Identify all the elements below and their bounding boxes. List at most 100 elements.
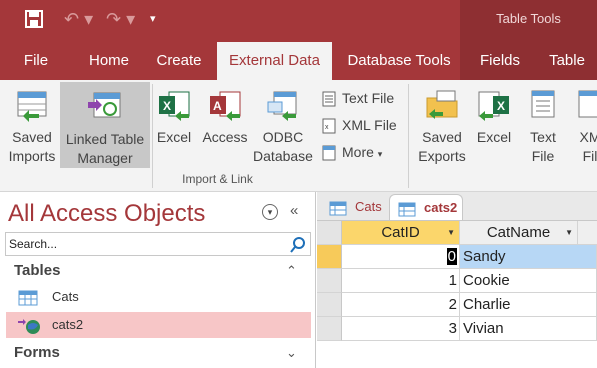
select-all-corner[interactable] [317, 221, 342, 245]
excel-import-label: Excel [156, 129, 192, 145]
table-cell-catname[interactable]: Charlie [460, 293, 597, 317]
saved-imports-line2: Imports [8, 148, 56, 164]
excel-export-button[interactable]: X Excel [472, 80, 516, 170]
search-icon[interactable] [289, 236, 307, 254]
saved-imports-icon [13, 86, 51, 124]
sort-filter-icon[interactable]: ▼ [447, 221, 455, 245]
table-cell-catid[interactable]: 1 [342, 269, 460, 293]
xml-export-line1: XM [579, 129, 597, 145]
collapse-pane-icon[interactable]: « [290, 202, 298, 219]
tab-fields[interactable]: Fields [474, 42, 526, 80]
table-cell-catname[interactable]: Vivian [460, 317, 597, 341]
linked-table-manager-line1: Linked Table [65, 131, 145, 147]
column-header-blank [578, 221, 597, 245]
nav-group-label: Tables [14, 262, 61, 279]
table-cell-catid[interactable]: 3 [342, 317, 460, 341]
more-icon [320, 144, 338, 161]
tab-table[interactable]: Table [542, 42, 592, 80]
chevron-down-icon: ▾ [377, 149, 383, 159]
odbc-database-icon [264, 86, 302, 124]
text-file-label: Text File [342, 90, 395, 106]
xml-file-button[interactable]: x XML File [320, 113, 410, 137]
chevron-down-icon: ⌄ [286, 345, 297, 360]
text-file-export-button[interactable]: Text File [518, 80, 568, 170]
saved-exports-line1: Saved [422, 129, 462, 145]
xml-export-line2: Fil [582, 148, 597, 164]
text-export-icon [524, 86, 562, 124]
tab-external-data[interactable]: External Data [217, 42, 332, 80]
saved-exports-button[interactable]: Saved Exports [412, 80, 472, 170]
redo-icon[interactable]: ↷ ▾ [106, 9, 142, 29]
excel-export-label: Excel [476, 129, 512, 145]
nav-item-cats2[interactable]: cats2 [6, 312, 311, 338]
column-header-catid[interactable]: CatID ▼ [342, 221, 460, 245]
text-export-line2: File [531, 148, 555, 164]
search-input[interactable]: Search... [5, 232, 311, 256]
nav-menu-icon[interactable]: ▾ [262, 204, 278, 220]
linked-table-manager-line2: Manager [77, 150, 133, 166]
odbc-database-button[interactable]: ODBC Database [250, 80, 316, 170]
svg-text:x: x [325, 124, 329, 131]
column-header-catname[interactable]: CatName ▼ [460, 221, 578, 245]
nav-item-label: Cats [52, 289, 79, 304]
xml-export-icon [571, 86, 597, 124]
import-link-group-label: Import & Link [182, 172, 253, 186]
doc-tab-cats[interactable]: Cats [321, 194, 391, 220]
svg-text:A: A [213, 99, 222, 113]
table-icon [18, 289, 38, 306]
saved-exports-icon [423, 86, 461, 124]
saved-imports-line1: Saved [12, 129, 52, 145]
doc-tab-label: cats2 [424, 200, 458, 215]
record-selector[interactable] [317, 293, 342, 317]
record-selector[interactable] [317, 317, 342, 341]
text-export-line1: Text [530, 129, 556, 145]
nav-group-forms[interactable]: Forms ⌄ [0, 341, 316, 365]
customize-qat-icon[interactable]: ▾ [150, 9, 164, 29]
undo-icon[interactable]: ↶ ▾ [64, 9, 100, 29]
text-file-icon [320, 90, 338, 107]
sort-filter-icon[interactable]: ▼ [565, 221, 573, 245]
excel-import-button[interactable]: X Excel [152, 80, 196, 170]
record-selector[interactable] [317, 269, 342, 293]
record-selector[interactable] [317, 245, 342, 269]
search-placeholder: Search... [9, 237, 58, 251]
table-cell-catname[interactable]: Sandy [460, 245, 597, 269]
xml-file-label: XML File [342, 117, 397, 133]
xml-export-button[interactable]: XM Fil [572, 80, 597, 170]
more-button[interactable]: More ▾ [320, 140, 410, 164]
linked-table-manager-button[interactable]: Linked Table Manager [60, 82, 150, 168]
access-import-label: Access [202, 129, 248, 145]
nav-group-label: Forms [14, 344, 60, 361]
nav-group-tables[interactable]: Tables ⌃ [0, 259, 316, 283]
table-cell-catid[interactable]: 2 [342, 293, 460, 317]
navigation-pane: All Access Objects ▾ « Search... Tables … [0, 192, 316, 368]
tab-file[interactable]: File [12, 42, 60, 80]
odbc-line1: ODBC [262, 129, 304, 145]
save-icon[interactable] [24, 9, 44, 29]
nav-item-label: cats2 [52, 317, 84, 332]
access-import-button[interactable]: A Access [198, 80, 252, 170]
svg-text:X: X [163, 99, 171, 113]
excel-icon: X [155, 86, 193, 124]
tab-database-tools[interactable]: Database Tools [340, 42, 458, 80]
table-cell-catname[interactable]: Cookie [460, 269, 597, 293]
text-file-button[interactable]: Text File [320, 86, 410, 110]
group-separator [408, 84, 409, 188]
access-icon: A [206, 86, 244, 124]
table-cell-catid[interactable]: 0 [342, 245, 460, 269]
cell-value: 0 [446, 248, 457, 265]
nav-item-cats[interactable]: Cats [6, 284, 311, 310]
svg-text:X: X [497, 99, 505, 113]
doc-tab-cats2[interactable]: cats2 [389, 194, 463, 220]
tab-home[interactable]: Home [80, 42, 138, 80]
excel-export-icon: X [475, 86, 513, 124]
table-icon [398, 200, 416, 217]
saved-exports-line2: Exports [418, 148, 466, 164]
linked-table-icon [18, 317, 40, 334]
chevron-up-icon: ⌃ [286, 263, 297, 278]
more-label: More [342, 144, 374, 160]
nav-pane-title[interactable]: All Access Objects [8, 200, 205, 228]
tab-create[interactable]: Create [150, 42, 208, 80]
saved-imports-button[interactable]: Saved Imports [4, 80, 60, 170]
table-icon [329, 199, 347, 216]
